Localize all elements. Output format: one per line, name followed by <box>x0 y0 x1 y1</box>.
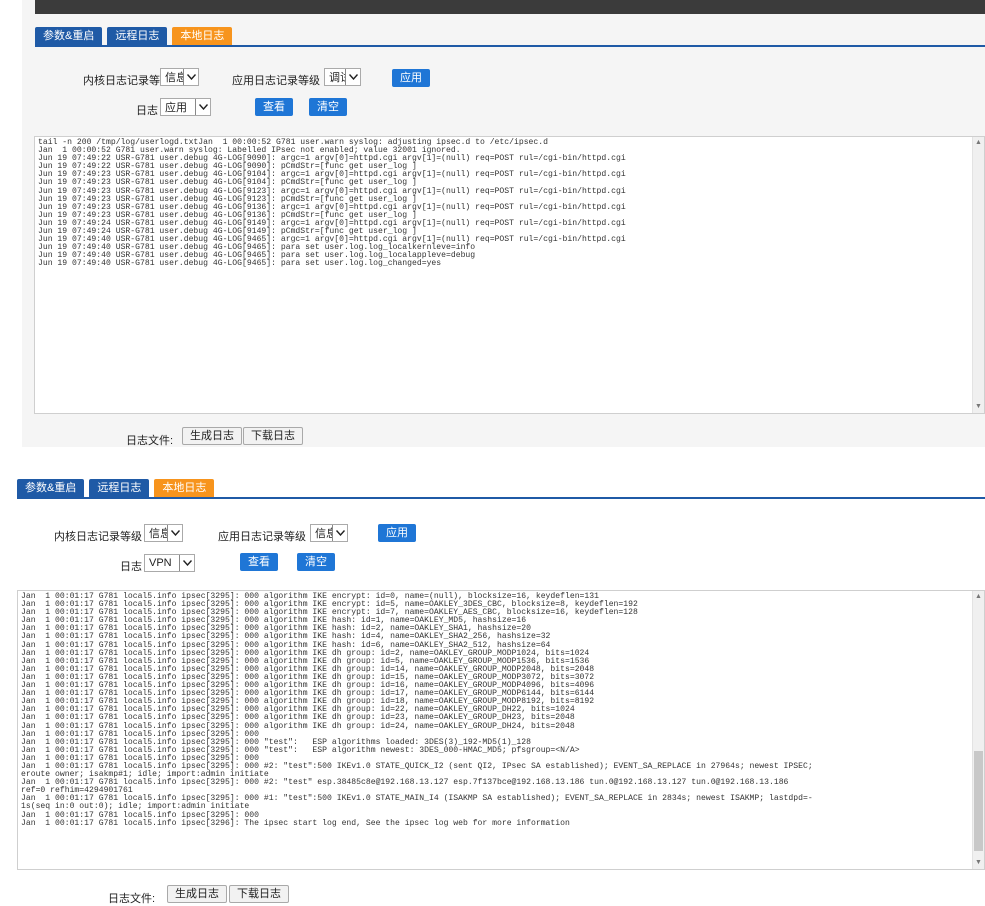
kernel-log-level-select[interactable]: 信息 <box>144 524 183 542</box>
tab-local-log[interactable]: 本地日志 <box>154 479 215 497</box>
download-log-button[interactable]: 下载日志 <box>243 427 303 445</box>
kernel-log-level-value: 信息 <box>149 528 167 540</box>
log-file-label: 日志文件: <box>108 893 156 905</box>
tab-remote-log[interactable]: 远程日志 <box>89 479 150 497</box>
tab-bar: 参数&重启 远程日志 本地日志 <box>17 479 215 497</box>
clear-button[interactable]: 清空 <box>309 98 347 116</box>
header-bar <box>35 0 985 14</box>
log-type-value: VPN <box>149 557 172 569</box>
chevron-down-icon <box>345 69 360 85</box>
log-output-text: tail -n 200 /tmp/log/userlogd.txtJan 1 0… <box>38 138 626 269</box>
download-log-button[interactable]: 下载日志 <box>229 885 289 903</box>
apply-button[interactable]: 应用 <box>392 69 430 87</box>
app-log-level-label: 应用日志记录等级 <box>232 75 320 87</box>
chevron-down-icon <box>332 525 347 541</box>
kernel-log-level-label: 内核日志记录等级 <box>83 75 171 87</box>
log-type-value: 应用 <box>165 102 187 114</box>
log-type-label: 日志 <box>120 561 142 573</box>
tab-underline <box>35 45 985 47</box>
scroll-down-icon[interactable]: ▼ <box>974 859 983 867</box>
scroll-down-icon[interactable]: ▼ <box>974 403 983 411</box>
log-scrollbar[interactable]: ▲ ▼ <box>972 137 984 413</box>
log-output-textarea[interactable]: Jan 1 00:01:17 G781 local5.info ipsec[32… <box>17 590 985 870</box>
tab-bar: 参数&重启 远程日志 本地日志 <box>35 27 233 45</box>
clear-button[interactable]: 清空 <box>297 553 335 571</box>
app-log-level-value: 信息 <box>315 528 332 540</box>
chevron-down-icon <box>167 525 182 541</box>
view-button[interactable]: 查看 <box>240 553 278 571</box>
chevron-down-icon <box>195 99 210 115</box>
log-panel-top: 参数&重启 远程日志 本地日志 内核日志记录等级 信息 应用日志记录等级 调试 … <box>22 0 985 447</box>
tab-local-log[interactable]: 本地日志 <box>172 27 233 45</box>
log-output-textarea[interactable]: tail -n 200 /tmp/log/userlogd.txtJan 1 0… <box>34 136 985 414</box>
kernel-log-level-label: 内核日志记录等级 <box>54 531 142 543</box>
log-panel-bottom: 参数&重启 远程日志 本地日志 内核日志记录等级 信息 应用日志记录等级 信息 … <box>17 461 985 905</box>
scroll-up-icon[interactable]: ▲ <box>974 593 983 601</box>
tab-params-restart[interactable]: 参数&重启 <box>35 27 103 45</box>
generate-log-button[interactable]: 生成日志 <box>167 885 227 903</box>
chevron-down-icon <box>179 555 194 571</box>
log-type-label: 日志 <box>136 105 158 117</box>
log-scrollbar[interactable]: ▲ ▼ <box>972 591 984 869</box>
kernel-log-level-value: 信息 <box>165 72 183 84</box>
app-log-level-label: 应用日志记录等级 <box>218 531 306 543</box>
chevron-down-icon <box>183 69 198 85</box>
app-log-level-select[interactable]: 信息 <box>310 524 348 542</box>
app-log-level-value: 调试 <box>329 72 345 84</box>
scroll-up-icon[interactable]: ▲ <box>974 139 983 147</box>
view-button[interactable]: 查看 <box>255 98 293 116</box>
log-type-select[interactable]: 应用 <box>160 98 211 116</box>
log-type-select[interactable]: VPN <box>144 554 195 572</box>
log-output-text: Jan 1 00:01:17 G781 local5.info ipsec[32… <box>21 592 813 828</box>
tab-remote-log[interactable]: 远程日志 <box>107 27 168 45</box>
scroll-thumb[interactable] <box>974 751 983 851</box>
generate-log-button[interactable]: 生成日志 <box>182 427 242 445</box>
kernel-log-level-select[interactable]: 信息 <box>160 68 199 86</box>
apply-button[interactable]: 应用 <box>378 524 416 542</box>
app-log-level-select[interactable]: 调试 <box>324 68 361 86</box>
log-file-label: 日志文件: <box>126 435 174 447</box>
tab-params-restart[interactable]: 参数&重启 <box>17 479 85 497</box>
tab-underline <box>17 497 985 499</box>
